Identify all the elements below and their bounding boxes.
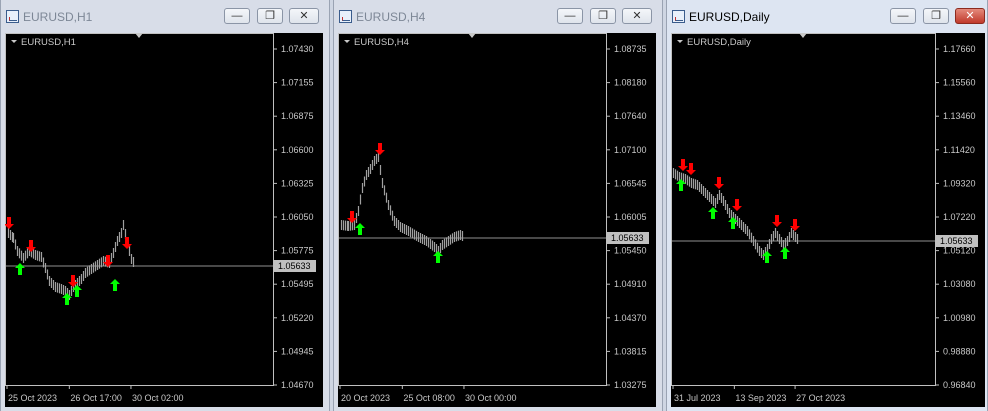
chart-symbol-label: EURUSD,Daily: [687, 37, 751, 48]
y-tick-label: 1.06875: [281, 111, 314, 121]
y-tick-label: 1.04670: [281, 380, 314, 390]
sell-arrow: [678, 159, 688, 171]
y-tick-label: 1.06325: [281, 178, 314, 188]
y-tick-label: 1.17660: [943, 44, 976, 54]
y-tick-label: 1.03080: [943, 279, 976, 289]
window-title: EURUSD,Daily: [689, 10, 770, 24]
chart-window-h4[interactable]: EURUSD,H4 — ❐ ✕ EURUSD,H4 1.08735 1.08180 1…: [333, 0, 663, 411]
restore-button[interactable]: ❐: [590, 8, 616, 24]
chart-window-icon: [6, 10, 19, 23]
title-bar[interactable]: EURUSD,Daily — ❐ ✕: [667, 0, 987, 34]
y-tick-label: 1.08180: [614, 78, 647, 88]
price-chart[interactable]: EURUSD,H1 1.07430 1.07155 1.06875 1.06600 1.0…: [5, 33, 323, 407]
x-tick-label: 27 Oct 2023: [796, 393, 845, 403]
buy-arrow: [15, 263, 25, 275]
y-tick-label: 0.98880: [943, 346, 976, 356]
sell-arrow: [375, 143, 385, 155]
dropdown-arrow-icon: [11, 40, 17, 43]
y-tick-label: 1.07640: [614, 111, 647, 121]
y-tick-label: 1.05120: [943, 246, 976, 256]
window-title: EURUSD,H4: [356, 10, 426, 24]
chart-window-daily[interactable]: EURUSD,Daily — ❐ ✕ EURUSD,Daily 1.17660 1.…: [666, 0, 988, 411]
dropdown-arrow-icon: [677, 40, 683, 43]
chart-window-icon: [672, 10, 685, 23]
chart-window-h1[interactable]: EURUSD,H1 — ❐ ✕ EURUSD,H1 1.07430 1.07155 1…: [0, 0, 330, 411]
x-tick-label: 31 Jul 2023: [674, 393, 721, 403]
y-tick-label: 1.15560: [943, 78, 976, 88]
buy-arrow: [676, 179, 686, 191]
shift-marker-icon: [468, 33, 476, 38]
sell-arrow: [772, 215, 782, 227]
x-tick-label: 30 Oct 00:00: [465, 393, 517, 403]
current-price-label: 1.05633: [940, 236, 973, 246]
shift-marker-icon: [135, 33, 143, 38]
y-tick-label: 1.07155: [281, 78, 314, 88]
price-chart[interactable]: EURUSD,Daily 1.17660 1.15560 1.13460 1.11420…: [671, 33, 985, 407]
x-tick-label: 20 Oct 2023: [341, 393, 390, 403]
y-tick-label: 1.04370: [614, 313, 647, 323]
y-tick-label: 1.07430: [281, 44, 314, 54]
y-tick-label: 1.03815: [614, 346, 647, 356]
y-tick-label: 1.05450: [614, 246, 647, 256]
y-tick-label: 1.06050: [281, 212, 314, 222]
price-chart[interactable]: EURUSD,H4 1.08735 1.08180 1.07640 1.07100 1.0…: [338, 33, 656, 407]
sell-arrow: [714, 177, 724, 189]
x-tick-label: 26 Oct 17:00: [70, 393, 122, 403]
y-tick-label: 1.04945: [281, 346, 314, 356]
x-tick-label: 25 Oct 08:00: [403, 393, 455, 403]
title-bar[interactable]: EURUSD,H1 — ❐ ✕: [1, 0, 329, 34]
plot-frame: [5, 33, 274, 386]
restore-button[interactable]: ❐: [257, 8, 283, 24]
sell-arrow: [5, 217, 14, 229]
y-tick-label: 1.05220: [281, 313, 314, 323]
dropdown-arrow-icon: [344, 40, 350, 43]
buy-arrow: [110, 279, 120, 291]
close-button[interactable]: ✕: [955, 8, 985, 24]
y-tick-label: 1.11420: [943, 145, 975, 155]
buy-arrow: [728, 217, 738, 229]
minimize-button[interactable]: —: [224, 8, 250, 24]
minimize-button[interactable]: —: [557, 8, 583, 24]
close-button[interactable]: ✕: [289, 8, 319, 24]
plot-frame: [338, 33, 607, 386]
y-tick-label: 1.06600: [281, 145, 314, 155]
y-tick-label: 1.06545: [614, 178, 647, 188]
y-tick-label: 1.08735: [614, 44, 647, 54]
y-tick-label: 1.03275: [614, 380, 647, 390]
current-price-label: 1.05633: [611, 233, 644, 243]
close-button[interactable]: ✕: [622, 8, 652, 24]
y-tick-label: 1.00980: [943, 313, 976, 323]
current-price-label: 1.05633: [278, 261, 311, 271]
sell-arrow: [686, 163, 696, 175]
x-tick-label: 30 Oct 02:00: [132, 393, 184, 403]
chart-symbol-label: EURUSD,H4: [354, 37, 409, 48]
shift-marker-icon: [799, 33, 807, 38]
chart-window-icon: [339, 10, 352, 23]
chart-symbol-label: EURUSD,H1: [21, 37, 76, 48]
buy-arrow: [780, 247, 790, 259]
y-tick-label: 1.09320: [943, 178, 976, 188]
y-tick-label: 1.05495: [281, 279, 314, 289]
y-tick-label: 1.05775: [281, 246, 314, 256]
x-tick-label: 25 Oct 2023: [8, 393, 57, 403]
buy-arrow: [355, 223, 365, 235]
minimize-button[interactable]: —: [890, 8, 916, 24]
y-tick-label: 1.07220: [943, 212, 976, 222]
y-tick-label: 1.06005: [614, 212, 647, 222]
window-title: EURUSD,H1: [23, 10, 93, 24]
sell-arrow: [732, 199, 742, 211]
y-tick-label: 1.13460: [943, 111, 976, 121]
sell-arrow: [68, 275, 78, 287]
buy-arrow: [433, 251, 443, 263]
y-tick-label: 0.96840: [943, 380, 976, 390]
title-bar[interactable]: EURUSD,H4 — ❐ ✕: [334, 0, 662, 34]
buy-arrow: [708, 207, 718, 219]
y-tick-label: 1.07100: [614, 145, 647, 155]
restore-button[interactable]: ❐: [923, 8, 949, 24]
sell-arrow: [122, 237, 132, 249]
x-tick-label: 13 Sep 2023: [735, 393, 786, 403]
y-tick-label: 1.04910: [614, 279, 647, 289]
